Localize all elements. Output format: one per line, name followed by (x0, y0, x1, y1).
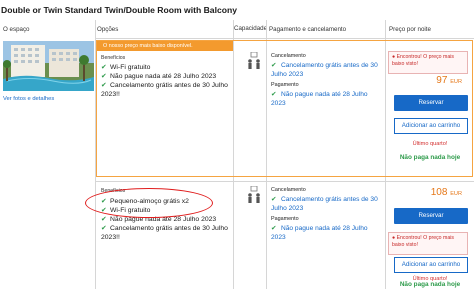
benefit-item: ✔ Não pague nada até 28 Julho 2023 (101, 72, 216, 81)
column-header-payment: Pagamento e cancelamento (269, 26, 347, 33)
lowest-price-badge: O nosso preço mais baixo disponível. (97, 41, 233, 51)
currency: EUR (450, 191, 462, 197)
capacity-icon (246, 51, 262, 74)
last-room-notice: Último quarto! (412, 141, 448, 147)
benefit-item: ✔ Cancelamento grátis antes de 30 Julho 2… (101, 224, 229, 242)
payment-text: Não pague nada até 28 Julho 2023 (271, 225, 368, 241)
cancellation-label: Cancelamento (271, 53, 306, 59)
check-icon: ✔ (271, 225, 277, 232)
price-amount: 97 (436, 75, 448, 86)
capacity-icon (246, 185, 262, 208)
photos-details-link[interactable]: Ver fotos e detalhes (3, 96, 54, 102)
promo-alert: ● Encontrou! O preço mais baixo visto! (388, 51, 468, 74)
room-photo[interactable] (3, 41, 94, 91)
add-to-cart-button[interactable]: Adicionar ao carrinho (394, 118, 468, 134)
price: 108 EUR (431, 187, 462, 198)
benefits-title: Benefícios (101, 55, 126, 61)
room-title: Double or Twin Standard Twin/Double Room… (1, 5, 238, 15)
highlight-ellipse (85, 188, 213, 218)
reserve-button[interactable]: Reservar (394, 208, 468, 224)
cancellation-label: Cancelamento (271, 187, 306, 193)
no-pay-today: Não paga nada hoje (399, 154, 461, 161)
payment-info[interactable]: ✔ Não pague nada até 28 Julho 2023 (271, 91, 383, 108)
cancellation-info[interactable]: ✔ Cancelamento grátis antes de 30 Julho 2… (271, 196, 383, 213)
column-header-price: Preço por noite (389, 26, 431, 33)
check-icon: ✔ (271, 196, 277, 203)
column-header-capacity: Capacidade (234, 25, 268, 32)
check-icon: ✔ (101, 216, 107, 223)
cancellation-text: Cancelamento grátis antes de 30 Julho 20… (271, 196, 378, 212)
check-icon: ✔ (101, 82, 107, 89)
promo-text: Encontrou! O preço mais baixo visto! (392, 54, 454, 67)
payment-label: Pagamento (271, 82, 299, 88)
promo-text: Encontrou! O preço mais baixo visto! (392, 235, 454, 248)
benefit-label: Wi-Fi gratuito (110, 64, 151, 71)
check-icon: ✔ (101, 64, 107, 71)
cancellation-info[interactable]: ✔ Cancelamento grátis antes de 30 Julho 2… (271, 62, 383, 79)
hotel-photo-illustration (3, 41, 94, 91)
check-icon: ✔ (101, 73, 107, 80)
currency: EUR (450, 79, 462, 85)
column-header-options: Opções (97, 26, 119, 33)
payment-text: Não pague nada até 28 Julho 2023 (271, 91, 368, 107)
header-divider (96, 38, 474, 39)
payment-info[interactable]: ✔ Não pague nada até 28 Julho 2023 (271, 225, 383, 242)
check-icon: ✔ (101, 225, 107, 232)
benefit-label: Cancelamento grátis antes de 30 Julho 20… (101, 82, 228, 98)
payment-label: Pagamento (271, 216, 299, 222)
promo-alert: ● Encontrou! O preço mais baixo visto! (388, 232, 468, 255)
check-icon: ✔ (271, 62, 277, 69)
benefit-label: Cancelamento grátis antes de 30 Julho 20… (101, 225, 228, 241)
column-header-space: O espaço (3, 26, 30, 33)
price: 97 EUR (436, 75, 462, 86)
add-to-cart-button[interactable]: Adicionar ao carrinho (394, 257, 468, 273)
people-icon (248, 185, 260, 203)
row-divider (96, 181, 474, 182)
no-pay-today: Não paga nada hoje (399, 281, 461, 288)
benefit-item: ✔ Cancelamento grátis antes de 30 Julho 2… (101, 81, 229, 99)
check-icon: ✔ (271, 91, 277, 98)
cancellation-text: Cancelamento grátis antes de 30 Julho 20… (271, 62, 378, 78)
reserve-button[interactable]: Reservar (394, 95, 468, 111)
people-icon (248, 51, 260, 69)
benefit-label: Não pague nada até 28 Julho 2023 (110, 73, 217, 80)
price-amount: 108 (430, 187, 448, 198)
benefit-item: ✔ Wi-Fi gratuito (101, 63, 150, 72)
